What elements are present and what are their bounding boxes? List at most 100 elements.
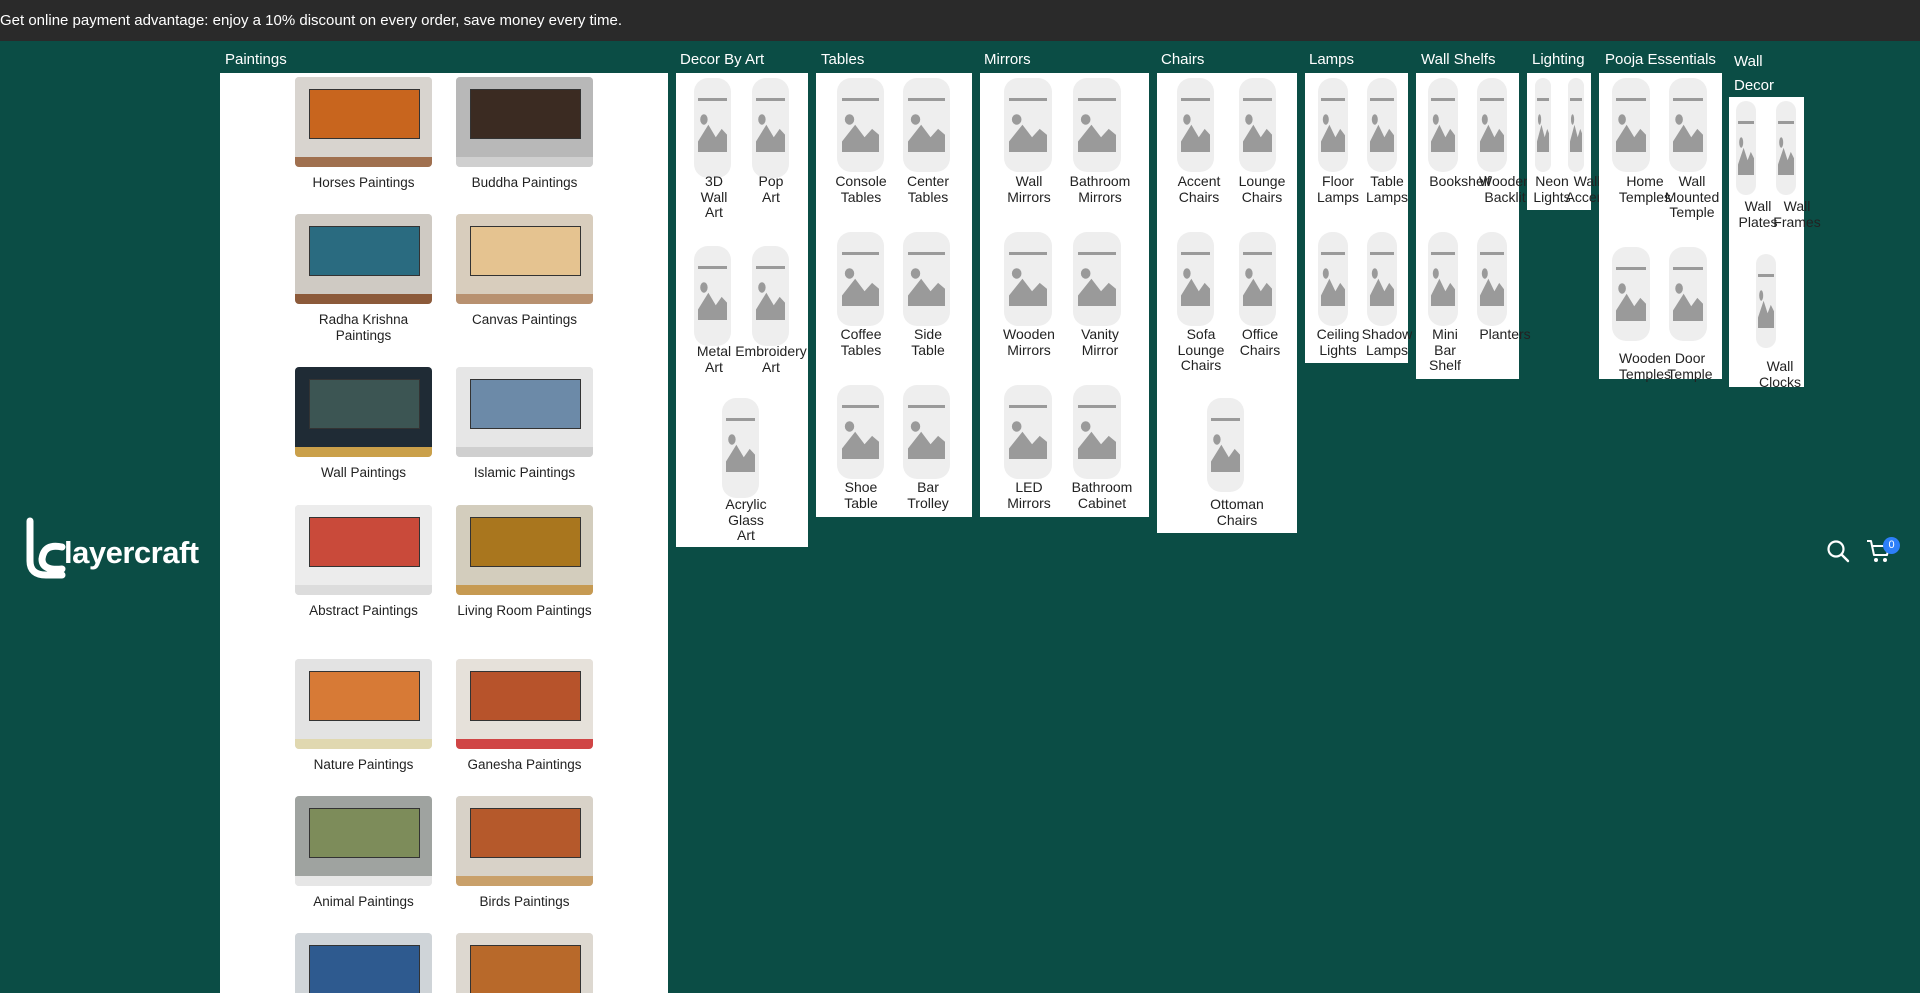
lamps-item-label[interactable]: Shadow Lamps (1362, 326, 1413, 358)
menu-title-pooja[interactable]: Pooja Essentials (1605, 50, 1716, 70)
tables-item-label[interactable]: Bar Trolley (907, 479, 949, 511)
tables-item-image[interactable] (837, 78, 884, 172)
decor-item-image[interactable] (694, 78, 731, 178)
menu-title-shelfs[interactable]: Wall Shelfs (1421, 50, 1495, 70)
mirrors-item-label[interactable]: Vanity Mirror (1081, 326, 1119, 358)
lamps-item-image[interactable] (1318, 78, 1348, 172)
menu-title-walldecor[interactable]: Wall Decor (1734, 50, 1774, 98)
lamps-item-image[interactable] (1367, 232, 1397, 326)
tables-item-label[interactable]: Coffee Tables (841, 326, 882, 358)
tables-item-label[interactable]: Shoe Table (844, 479, 877, 511)
mirrors-item-image[interactable] (1004, 232, 1052, 326)
mirrors-item-image[interactable] (1004, 385, 1052, 479)
decor-item-label[interactable]: Acrylic Glass Art (725, 496, 766, 544)
chairs-item-label[interactable]: Lounge Chairs (1239, 173, 1286, 205)
walldecor-item-label[interactable]: Wall Frames (1773, 198, 1820, 230)
shelfs-item-image[interactable] (1428, 78, 1458, 172)
pooja-item-label[interactable]: Door Temple (1667, 350, 1712, 382)
walldecor-item-label[interactable]: Wall Plates (1739, 198, 1778, 230)
shelfs-item-image[interactable] (1477, 232, 1507, 326)
decor-item-image[interactable] (752, 78, 789, 178)
chairs-item-image[interactable] (1239, 232, 1276, 326)
decor-item-label[interactable]: Embroidery Art (735, 343, 807, 375)
mirrors-item-image[interactable] (1004, 78, 1052, 172)
menu-title-chairs[interactable]: Chairs (1161, 50, 1204, 70)
paintings-item[interactable]: Buddha Paintings (456, 77, 593, 191)
decor-item-image[interactable] (722, 398, 759, 498)
paintings-item[interactable]: Canvas Paintings (456, 214, 593, 328)
tables-item-image[interactable] (837, 385, 884, 479)
menu-title-lamps[interactable]: Lamps (1309, 50, 1354, 70)
pooja-item-image[interactable] (1669, 78, 1707, 172)
menu-title-paintings[interactable]: Paintings (225, 50, 287, 70)
mirrors-item-label[interactable]: Wall Mirrors (1007, 173, 1051, 205)
paintings-item[interactable]: Horses Paintings (295, 77, 432, 191)
walldecor-item-image[interactable] (1756, 254, 1776, 348)
decor-item-label[interactable]: Pop Art (759, 173, 784, 205)
lamps-item-label[interactable]: Table Lamps (1366, 173, 1408, 205)
chairs-item-label[interactable]: Sofa Lounge Chairs (1178, 326, 1225, 374)
paintings-item[interactable] (456, 933, 593, 993)
chairs-item-image[interactable] (1207, 398, 1244, 492)
tables-item-image[interactable] (903, 232, 950, 326)
walldecor-item-image[interactable] (1776, 101, 1796, 195)
mirrors-item-image[interactable] (1073, 78, 1121, 172)
paintings-item[interactable]: Abstract Paintings (295, 505, 432, 619)
lamps-item-label[interactable]: Ceiling Lights (1317, 326, 1360, 358)
chairs-item-image[interactable] (1177, 232, 1214, 326)
paintings-item[interactable]: Radha Krishna Paintings (295, 214, 432, 343)
pooja-item-image[interactable] (1669, 247, 1707, 341)
paintings-item[interactable]: Ganesha Paintings (456, 659, 593, 773)
shelfs-item-image[interactable] (1428, 232, 1458, 326)
paintings-item[interactable]: Animal Paintings (295, 796, 432, 910)
tables-item-label[interactable]: Center Tables (907, 173, 949, 205)
paintings-item[interactable]: Living Room Paintings (456, 505, 593, 619)
pooja-item-image[interactable] (1612, 247, 1650, 341)
mirrors-item-image[interactable] (1073, 385, 1121, 479)
mirrors-item-label[interactable]: Wooden Mirrors (1003, 326, 1055, 358)
mirrors-item-label[interactable]: Bathroom Cabinet (1072, 479, 1133, 511)
pooja-item-label[interactable]: Wooden Temples (1619, 350, 1671, 382)
mirrors-item-label[interactable]: LED Mirrors (1007, 479, 1051, 511)
paintings-item[interactable]: Birds Paintings (456, 796, 593, 910)
paintings-item[interactable]: Islamic Paintings (456, 367, 593, 481)
paintings-item[interactable] (295, 933, 432, 993)
site-logo[interactable]: layercraft (22, 517, 207, 581)
tables-item-image[interactable] (903, 385, 950, 479)
chairs-item-label[interactable]: Office Chairs (1240, 326, 1280, 358)
lamps-item-label[interactable]: Floor Lamps (1317, 173, 1359, 205)
menu-title-decor[interactable]: Decor By Art (680, 50, 764, 70)
pooja-item-label[interactable]: Wall Mounted Temple (1665, 173, 1719, 221)
chairs-item-label[interactable]: Ottoman Chairs (1210, 496, 1264, 528)
decor-item-label[interactable]: 3D Wall Art (701, 173, 728, 221)
shelfs-item-label[interactable]: Planters (1479, 326, 1530, 343)
menu-title-tables[interactable]: Tables (821, 50, 864, 70)
chairs-item-label[interactable]: Accent Chairs (1178, 173, 1221, 205)
lighting-item-image[interactable] (1535, 78, 1551, 172)
menu-title-lighting[interactable]: Lighting (1532, 50, 1585, 70)
chairs-item-image[interactable] (1239, 78, 1276, 172)
tables-item-label[interactable]: Console Tables (835, 173, 886, 205)
mirrors-item-label[interactable]: Bathroom Mirrors (1070, 173, 1131, 205)
pooja-item-label[interactable]: Home Temples (1619, 173, 1671, 205)
lighting-item-image[interactable] (1568, 78, 1584, 172)
paintings-item[interactable]: Wall Paintings (295, 367, 432, 481)
chairs-item-image[interactable] (1177, 78, 1214, 172)
tables-item-label[interactable]: Side Table (911, 326, 944, 358)
decor-item-image[interactable] (694, 246, 731, 346)
search-icon[interactable] (1826, 539, 1850, 563)
lamps-item-image[interactable] (1318, 232, 1348, 326)
mirrors-item-image[interactable] (1073, 232, 1121, 326)
shelfs-item-label[interactable]: Wooden Backlit (1479, 173, 1531, 205)
decor-item-label[interactable]: Metal Art (697, 343, 731, 375)
lamps-item-image[interactable] (1367, 78, 1397, 172)
tables-item-image[interactable] (903, 78, 950, 172)
walldecor-item-label[interactable]: Wall Clocks (1759, 358, 1801, 390)
tables-item-image[interactable] (837, 232, 884, 326)
shelfs-item-image[interactable] (1477, 78, 1507, 172)
pooja-item-image[interactable] (1612, 78, 1650, 172)
decor-item-image[interactable] (752, 246, 789, 346)
paintings-item[interactable]: Nature Paintings (295, 659, 432, 773)
walldecor-item-image[interactable] (1736, 101, 1756, 195)
menu-title-mirrors[interactable]: Mirrors (984, 50, 1031, 70)
